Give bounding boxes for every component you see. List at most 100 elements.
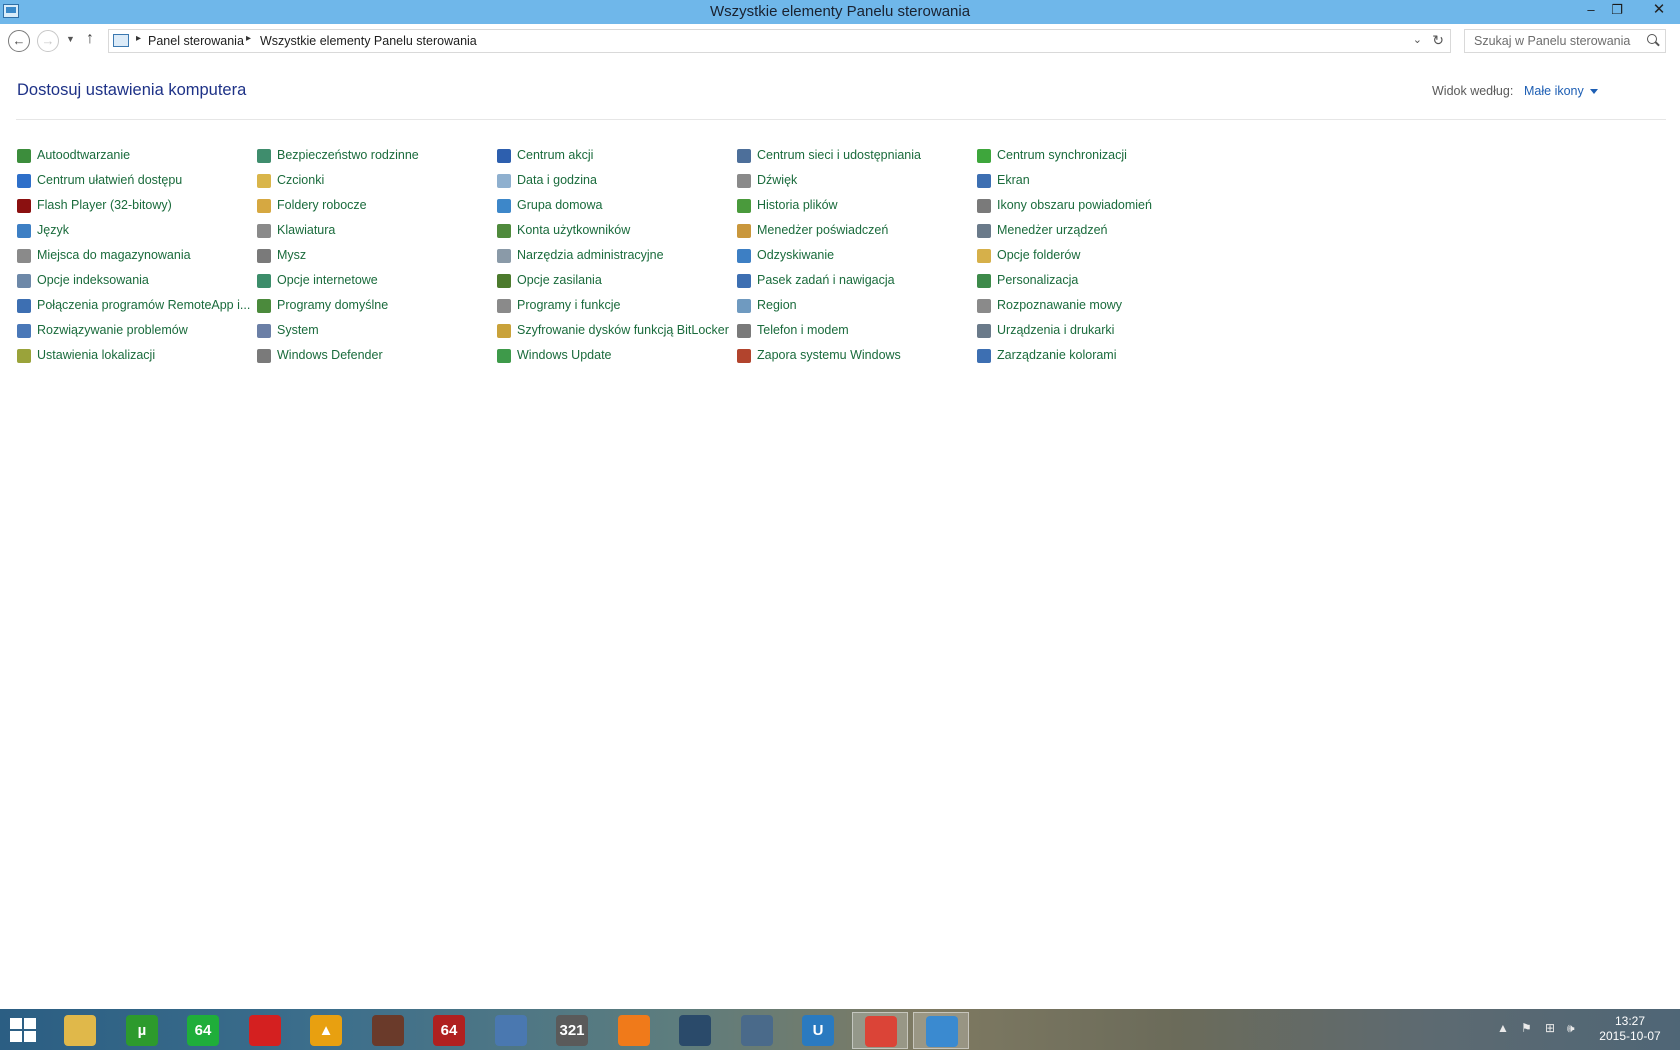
moon-app-icon: [741, 1015, 773, 1046]
taskbar-app-uplay[interactable]: U: [790, 1012, 846, 1049]
taskbar-app-file-explorer[interactable]: [52, 1012, 108, 1049]
control-panel-item-label[interactable]: Autoodtwarzanie: [37, 148, 130, 162]
folder-options-icon: [977, 249, 991, 263]
control-panel-item-label[interactable]: Urządzenia i drukarki: [997, 323, 1114, 337]
taskbar-app-thunderbird[interactable]: [483, 1012, 539, 1049]
control-panel-item-label[interactable]: Menedżer urządzeń: [997, 223, 1107, 237]
back-button[interactable]: ←: [8, 30, 30, 52]
control-panel-item-label[interactable]: Telefon i modem: [757, 323, 849, 337]
taskbar-app-steam[interactable]: [667, 1012, 723, 1049]
control-panel-item-label[interactable]: Ekran: [997, 173, 1030, 187]
taskbar-app-origin[interactable]: [606, 1012, 662, 1049]
autoplay-icon: [17, 149, 31, 163]
control-panel-item-label[interactable]: Personalizacja: [997, 273, 1078, 287]
control-panel-item-label[interactable]: Konta użytkowników: [517, 223, 630, 237]
control-panel-item-label[interactable]: Historia plików: [757, 198, 838, 212]
control-panel-item-label[interactable]: Język: [37, 223, 69, 237]
control-panel-item-label[interactable]: Centrum sieci i udostępniania: [757, 148, 921, 162]
view-by-dropdown[interactable]: Małe ikony: [1524, 84, 1598, 98]
control-panel-item-label[interactable]: Połączenia programów RemoteApp i...: [37, 298, 250, 312]
control-panel-item-label[interactable]: Dźwięk: [757, 173, 797, 187]
clock[interactable]: 13:27 2015-10-07: [1590, 1014, 1670, 1044]
credential-manager-icon: [737, 224, 751, 238]
control-panel-item-label[interactable]: Menedżer poświadczeń: [757, 223, 888, 237]
control-panel-item-label[interactable]: Rozpoznawanie mowy: [997, 298, 1122, 312]
forward-button[interactable]: →: [37, 30, 59, 52]
taskbar-app-utorrent[interactable]: µ: [114, 1012, 170, 1049]
address-dropdown-icon[interactable]: ⌄: [1413, 33, 1422, 46]
control-panel-item-label[interactable]: Szyfrowanie dysków funkcją BitLocker: [517, 323, 729, 337]
taskbar-app-aimp[interactable]: ▲: [298, 1012, 354, 1049]
devices-printers-icon: [977, 324, 991, 338]
control-panel-item-label[interactable]: Opcje indeksowania: [37, 273, 149, 287]
up-button[interactable]: ↑: [86, 30, 94, 48]
refresh-icon[interactable]: ↻: [1432, 32, 1444, 49]
control-panel-item-label[interactable]: Pasek zadań i nawigacja: [757, 273, 895, 287]
search-box[interactable]: [1464, 29, 1666, 53]
control-panel-item-label[interactable]: Data i godzina: [517, 173, 597, 187]
view-by-value[interactable]: Małe ikony: [1524, 84, 1584, 98]
volume-icon[interactable]: 🕪: [1567, 1021, 1575, 1036]
control-panel-item-label[interactable]: Czcionki: [277, 173, 324, 187]
taskbar-app-recorder[interactable]: [237, 1012, 293, 1049]
control-panel-item-label[interactable]: Odzyskiwanie: [757, 248, 834, 262]
taskbar-app-gog[interactable]: [360, 1012, 416, 1049]
control-panel-item-label[interactable]: Opcje folderów: [997, 248, 1080, 262]
title-bar[interactable]: Wszystkie elementy Panelu sterowania – ❐…: [0, 0, 1680, 24]
control-panel-item-label[interactable]: Miejsca do magazynowania: [37, 248, 191, 262]
control-panel-item-label[interactable]: Foldery robocze: [277, 198, 367, 212]
taskbar-app-chrome[interactable]: [852, 1012, 908, 1049]
utorrent-icon: µ: [126, 1015, 158, 1046]
action-center-flag-icon[interactable]: ⚑: [1521, 1021, 1532, 1035]
search-input[interactable]: [1474, 31, 1644, 51]
taskbar-app-app-64-red[interactable]: 64: [421, 1012, 477, 1049]
search-icon[interactable]: [1647, 34, 1657, 44]
breadcrumb-control-panel[interactable]: Panel sterowania: [148, 34, 244, 48]
control-panel-item-label[interactable]: Zarządzanie kolorami: [997, 348, 1117, 362]
troubleshooting-icon: [17, 324, 31, 338]
address-bar[interactable]: ▸ Panel sterowania ▸ Wszystkie elementy …: [108, 29, 1451, 53]
control-panel-item-label[interactable]: Bezpieczeństwo rodzinne: [277, 148, 419, 162]
control-panel-item-label[interactable]: Flash Player (32-bitowy): [37, 198, 172, 212]
control-panel-item-label[interactable]: Programy i funkcje: [517, 298, 621, 312]
taskbar-app-media-player-classic[interactable]: 321: [544, 1012, 600, 1049]
control-panel-item-label[interactable]: Ikony obszaru powiadomień: [997, 198, 1152, 212]
taskbar-app-app-64[interactable]: 64: [175, 1012, 231, 1049]
control-panel-item-label[interactable]: Zapora systemu Windows: [757, 348, 901, 362]
control-panel-item-label[interactable]: Programy domyślne: [277, 298, 388, 312]
network-icon[interactable]: ⊞: [1545, 1021, 1555, 1035]
control-panel-item-label[interactable]: Narzędzia administracyjne: [517, 248, 664, 262]
control-panel-item-label[interactable]: Region: [757, 298, 797, 312]
control-panel-item-label[interactable]: Mysz: [277, 248, 306, 262]
minimize-button[interactable]: –: [1578, 0, 1604, 20]
control-panel-item-label[interactable]: Ustawienia lokalizacji: [37, 348, 155, 362]
breadcrumb-separator[interactable]: ▸: [246, 33, 251, 44]
breadcrumb-all-items[interactable]: Wszystkie elementy Panelu sterowania: [260, 34, 477, 48]
control-panel-item-label[interactable]: System: [277, 323, 319, 337]
origin-icon: [618, 1015, 650, 1046]
file-explorer-icon: [64, 1015, 96, 1046]
control-panel-item-label[interactable]: Rozwiązywanie problemów: [37, 323, 188, 337]
sound-icon: [737, 174, 751, 188]
control-panel-item-label[interactable]: Opcje internetowe: [277, 273, 378, 287]
ease-of-access-icon: [17, 174, 31, 188]
thunderbird-icon: [495, 1015, 527, 1046]
control-panel-item-label[interactable]: Opcje zasilania: [517, 273, 602, 287]
start-button[interactable]: [10, 1018, 36, 1042]
show-hidden-icons-icon[interactable]: ▲: [1497, 1021, 1509, 1035]
control-panel-item-label[interactable]: Centrum synchronizacji: [997, 148, 1127, 162]
control-panel-item-label[interactable]: Klawiatura: [277, 223, 335, 237]
close-button[interactable]: ✕: [1644, 0, 1674, 20]
taskbar-app-app-moon[interactable]: [729, 1012, 785, 1049]
breadcrumb-separator[interactable]: ▸: [136, 33, 141, 44]
control-panel-item-label[interactable]: Grupa domowa: [517, 198, 602, 212]
recent-locations-button[interactable]: ▼: [66, 34, 75, 44]
restore-button[interactable]: ❐: [1604, 0, 1630, 20]
control-panel-item-label[interactable]: Windows Defender: [277, 348, 383, 362]
control-panel-item-label[interactable]: Centrum ułatwień dostępu: [37, 173, 182, 187]
chevron-down-icon[interactable]: [1589, 89, 1598, 95]
control-panel-item-label[interactable]: Centrum akcji: [517, 148, 593, 162]
taskbar-app-control-panel[interactable]: [913, 1012, 969, 1049]
control-panel-item-label[interactable]: Windows Update: [517, 348, 612, 362]
clock-time: 13:27: [1614, 1014, 1646, 1028]
